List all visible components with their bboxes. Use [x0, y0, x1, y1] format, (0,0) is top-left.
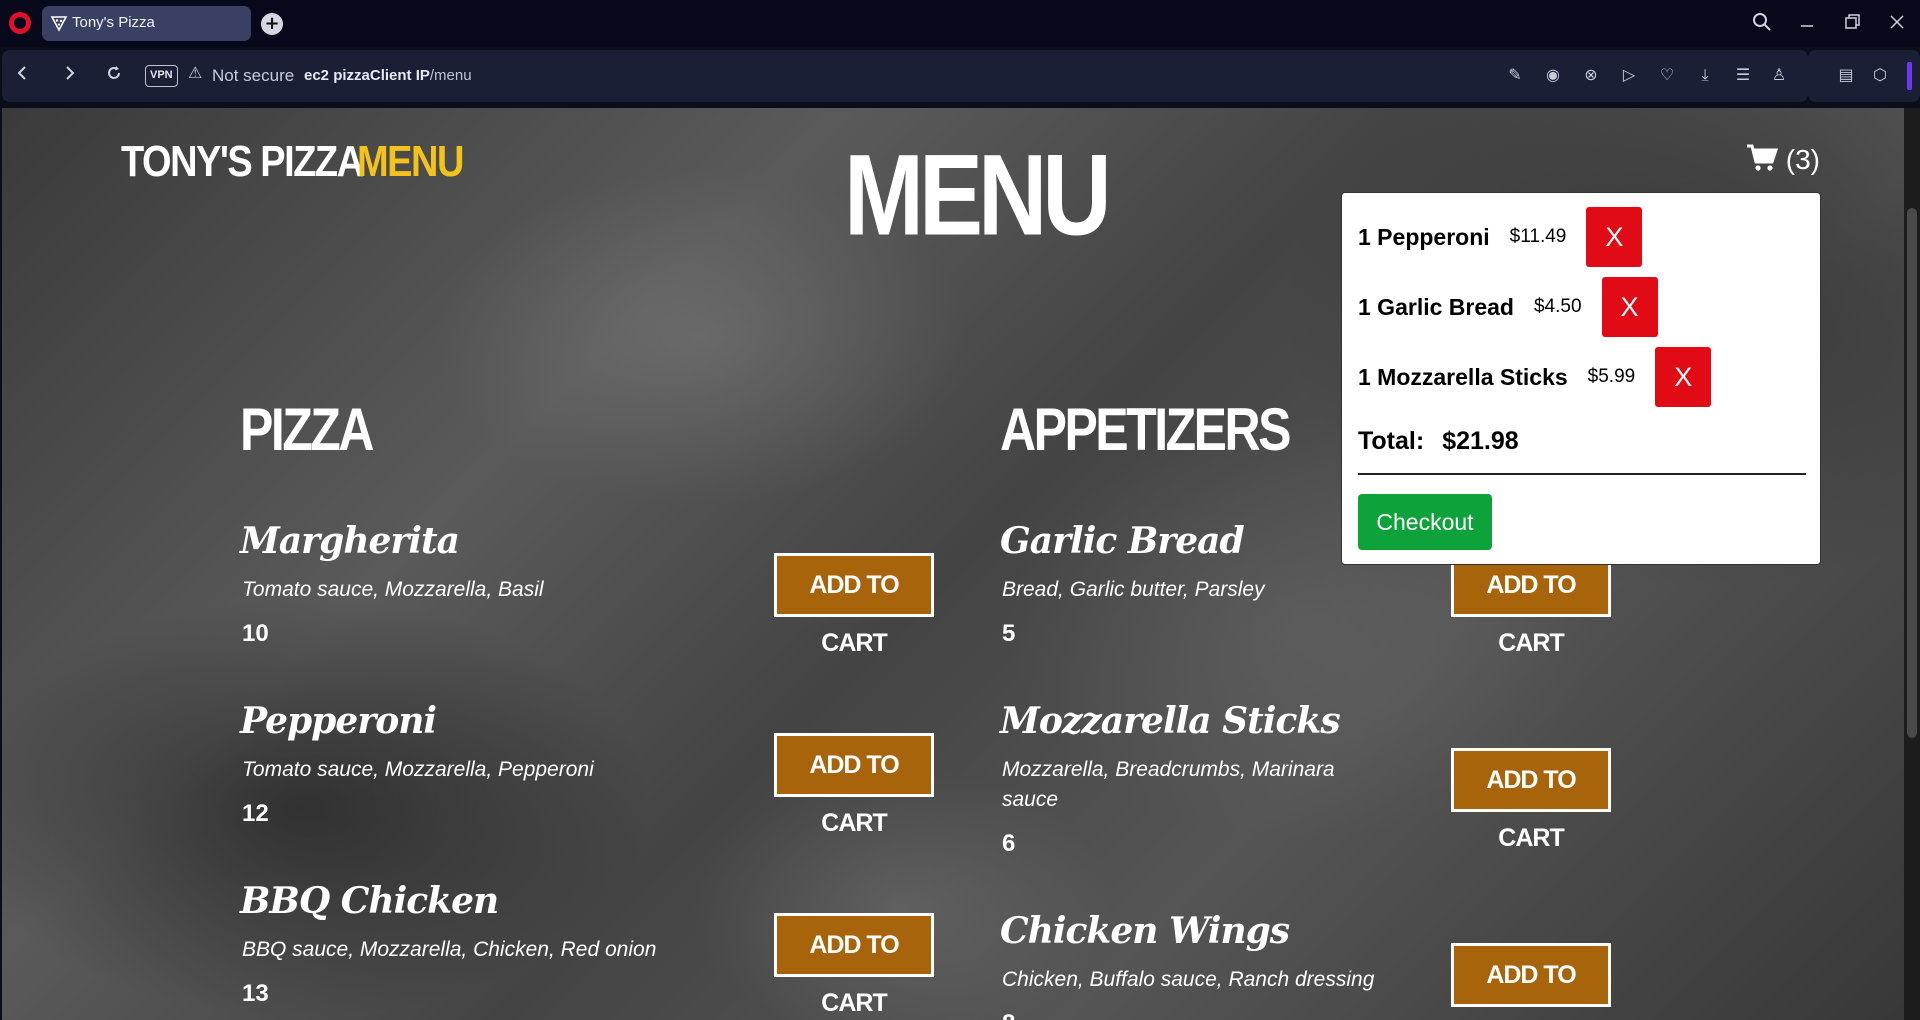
menu-item-name: Garlic Bread	[1000, 520, 1245, 562]
vpn-badge[interactable]: VPN	[145, 65, 178, 87]
total-label: Total:	[1358, 427, 1425, 455]
add-to-cart-button[interactable]: ADD TO CART	[1451, 943, 1611, 1020]
address-bar: VPN ⚠ Not secure ec2 pizzaClient IP/menu…	[2, 50, 1808, 102]
menu-item-desc: Tomato sauce, Mozzarella, Pepperoni	[242, 758, 594, 781]
menu-item-price: 6	[1002, 830, 1016, 857]
nav-link-menu[interactable]: MENU	[357, 138, 464, 187]
section-title-appetizers: APPETIZERS	[1000, 396, 1291, 464]
menu-item-name: BBQ Chicken	[240, 880, 499, 922]
menu-item-desc: Bread, Garlic butter, Parsley	[1002, 578, 1265, 601]
checkout-button[interactable]: Checkout	[1358, 494, 1492, 550]
warning-icon[interactable]: ⚠	[188, 63, 202, 82]
cart-item-price: $5.99	[1587, 366, 1636, 387]
section-title-pizza: PIZZA	[240, 396, 374, 464]
security-status[interactable]: Not secure	[212, 66, 294, 86]
search-icon[interactable]	[1750, 12, 1774, 36]
heart-icon[interactable]: ♡	[1656, 64, 1678, 86]
menu-item-price: 10	[242, 620, 269, 647]
camera-icon[interactable]: ◉	[1542, 64, 1564, 86]
page-scrollbar[interactable]	[1904, 108, 1920, 1020]
restore-icon[interactable]	[1840, 12, 1864, 36]
cart-total: Total: $21.98	[1358, 427, 1519, 456]
cart-item-price: $4.50	[1533, 296, 1582, 317]
menu-item-name: Margherita	[240, 520, 460, 562]
add-to-cart-button[interactable]: ADD TO CART	[774, 553, 934, 657]
tab-title: Tony's Pizza	[72, 14, 155, 31]
add-to-cart-button[interactable]: ADD TO CART	[774, 913, 934, 1017]
forward-icon[interactable]	[57, 63, 81, 87]
menu-item-desc: BBQ sauce, Mozzarella, Chicken, Red onio…	[242, 938, 657, 961]
browser-tab[interactable]: Tony's Pizza	[42, 6, 251, 41]
back-icon[interactable]	[11, 63, 35, 87]
menu-item-price: 8	[1002, 1010, 1015, 1020]
cart-item-label: 1 Mozzarella Sticks	[1358, 363, 1568, 390]
cart-count: (3)	[1785, 144, 1821, 175]
remove-item-button[interactable]: X	[1586, 207, 1643, 267]
total-divider	[1358, 473, 1806, 475]
download-icon[interactable]: ⤓	[1694, 64, 1716, 86]
url-path: /menu	[429, 67, 472, 84]
remove-item-button[interactable]: X	[1655, 347, 1712, 407]
scrollbar-thumb[interactable]	[1907, 208, 1917, 738]
profile-icon[interactable]: ♙	[1768, 64, 1790, 86]
menu-item-price: 12	[242, 800, 269, 827]
cart-item-label: 1 Garlic Bread	[1358, 293, 1514, 320]
page-content: TONY'S PIZZA MENU MENU (3) PIZZA Margher…	[2, 108, 1904, 1020]
cart-line-item: 1 Garlic Bread $4.50 X	[1358, 277, 1658, 337]
add-to-cart-button[interactable]: ADD TO CART	[1451, 748, 1611, 852]
menu-item-name: Chicken Wings	[1000, 910, 1290, 952]
remove-item-button[interactable]: X	[1601, 277, 1658, 337]
add-to-cart-button[interactable]: ADD TO CART	[774, 733, 934, 837]
url-host: ec2 pizzaClient IP	[304, 67, 430, 84]
easy-setup-icon[interactable]: ☰	[1732, 64, 1754, 86]
brand-logo[interactable]: TONY'S PIZZA	[121, 138, 364, 187]
cart-item-price: $11.49	[1509, 226, 1567, 247]
page-title: MENU	[844, 131, 1112, 260]
new-tab-button[interactable]: +	[261, 13, 283, 35]
cart-line-item: 1 Mozzarella Sticks $5.99 X	[1358, 347, 1712, 407]
cart-item-label: 1 Pepperoni	[1358, 223, 1490, 250]
menu-item-desc: Tomato sauce, Mozzarella, Basil	[242, 578, 544, 601]
total-value: $21.98	[1442, 427, 1519, 455]
extensions-bar: ▤ ⬡	[1808, 50, 1920, 102]
menu-item-desc: Chicken, Buffalo sauce, Ranch dressing	[1002, 968, 1375, 991]
url-field[interactable]: ec2 pizzaClient IP/menu	[304, 67, 472, 84]
menu-item-desc: Mozzarella, Breadcrumbs, Marinara sauce	[1002, 758, 1335, 811]
shopping-cart-icon	[1747, 144, 1778, 171]
play-icon[interactable]: ▷	[1618, 64, 1640, 86]
extension-icon[interactable]: ▤	[1835, 64, 1857, 86]
menu-item-price: 5	[1002, 620, 1016, 647]
extensions-cube-icon[interactable]: ⬡	[1869, 64, 1891, 86]
menu-item-price: 13	[242, 980, 269, 1007]
close-window-icon[interactable]	[1885, 12, 1909, 36]
cart-line-item: 1 Pepperoni $11.49 X	[1358, 207, 1643, 267]
cart-dropdown: 1 Pepperoni $11.49 X 1 Garlic Bread $4.5…	[1341, 192, 1821, 565]
snapshot-edit-icon[interactable]: ✎	[1504, 64, 1526, 86]
sidebar-accent	[1907, 62, 1912, 90]
reload-icon[interactable]	[102, 63, 126, 87]
minimize-icon[interactable]	[1795, 12, 1819, 36]
browser-tab-bar: Tony's Pizza +	[0, 0, 1920, 47]
opera-logo-icon[interactable]	[9, 12, 31, 34]
pizza-favicon-icon	[50, 16, 68, 32]
menu-item-name: Pepperoni	[240, 700, 437, 742]
cart-button[interactable]: (3)	[1746, 144, 1820, 176]
adblock-icon[interactable]: ⊗	[1580, 64, 1602, 86]
menu-item-name: Mozzarella Sticks	[1000, 700, 1341, 742]
